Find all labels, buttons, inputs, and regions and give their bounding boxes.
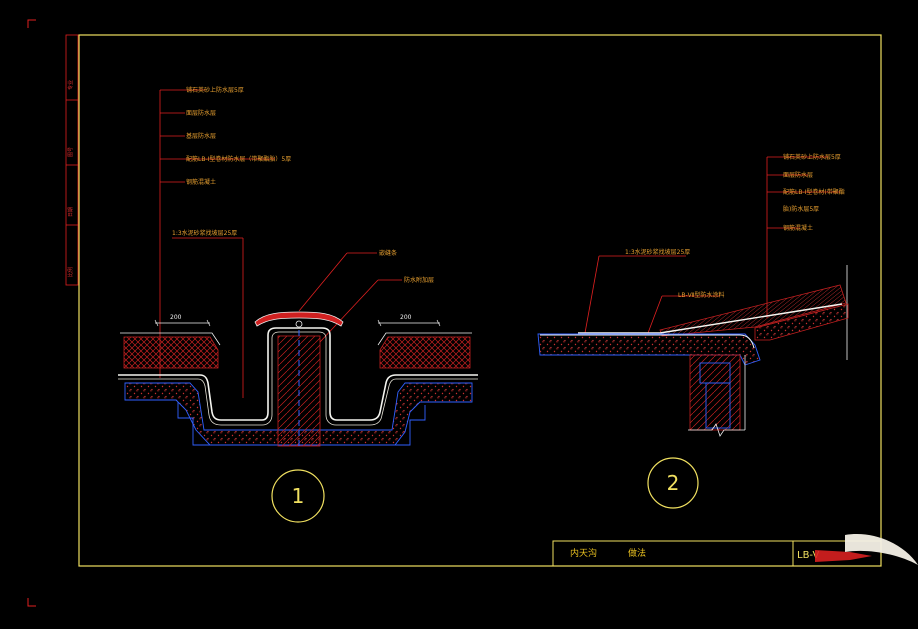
- side-label-0: 专业: [67, 80, 74, 90]
- detail1-label-1: 面层防水层: [186, 109, 216, 117]
- detail1-insulation-left: [123, 336, 219, 369]
- corner-marks: [27, 19, 36, 607]
- detail2-label-0: 铺石英砂上防水层5厚: [783, 153, 841, 161]
- side-label-2: 日期: [68, 207, 74, 217]
- detail2-label-4: 钢筋混凝土: [783, 224, 813, 232]
- detail2-label-2: 配筋LB-Ⅰ型卷材(带聚酯: [783, 188, 845, 196]
- title-block-red-marker: [815, 550, 872, 562]
- detail1-label-0: 铺石英砂上防水层5厚: [186, 86, 244, 94]
- cad-drawing-canvas: 专业 图号 日期 比例 内天沟 做法 LB-V 铺石英砂上防水层5厚 面层防水层…: [27, 19, 918, 607]
- detail2-beam: [689, 354, 741, 431]
- detail1-dimension-right: 200: [400, 314, 412, 321]
- detail-1: 铺石英砂上防水层5厚 面层防水层 基层防水层 配筋LB-Ⅰ型卷材防水层（带聚酯胎…: [118, 86, 478, 523]
- detail2-label-6: LB-Ⅶ型防水涂料: [678, 291, 724, 299]
- detail1-label-6: 嵌缝条: [379, 249, 397, 257]
- detail1-dimension-left: 200: [170, 314, 182, 321]
- side-label-3: 比例: [67, 267, 74, 277]
- detail1-label-4: 钢筋混凝土: [186, 178, 216, 186]
- detail1-insulation-right: [379, 336, 471, 369]
- detail2-circle-label: 2: [667, 471, 680, 495]
- title-block: 内天沟 做法 LB-V: [552, 534, 918, 567]
- detail1-circle-label: 1: [292, 484, 305, 508]
- side-strip: 专业 图号 日期 比例: [65, 34, 79, 286]
- detail1-dimensions: [154, 319, 441, 327]
- title-left-text: 内天沟: [570, 547, 597, 559]
- detail2-label-1: 面层防水层: [783, 171, 813, 179]
- detail-2: 铺石英砂上防水层5厚 面层防水层 配筋LB-Ⅰ型卷材(带聚酯 胎)防水层5厚 钢…: [537, 153, 849, 509]
- detail1-label-2: 基层防水层: [186, 132, 216, 140]
- detail1-label-5: 1:3水泥砂浆找坡层25厚: [172, 229, 237, 237]
- detail1-label-7: 防水附加层: [404, 276, 434, 284]
- detail2-label-5: 1:3水泥砂浆找坡层25厚: [625, 248, 690, 256]
- detail1-cap-fastener: [295, 320, 303, 328]
- title-right-text: 做法: [628, 547, 646, 559]
- detail1-label-3: 配筋LB-Ⅰ型卷材防水层（带聚酯胎）5厚: [186, 155, 291, 163]
- detail1-cap: [254, 311, 344, 327]
- detail2-label-3: 胎)防水层5厚: [783, 205, 819, 213]
- side-label-1: 图号: [68, 147, 74, 157]
